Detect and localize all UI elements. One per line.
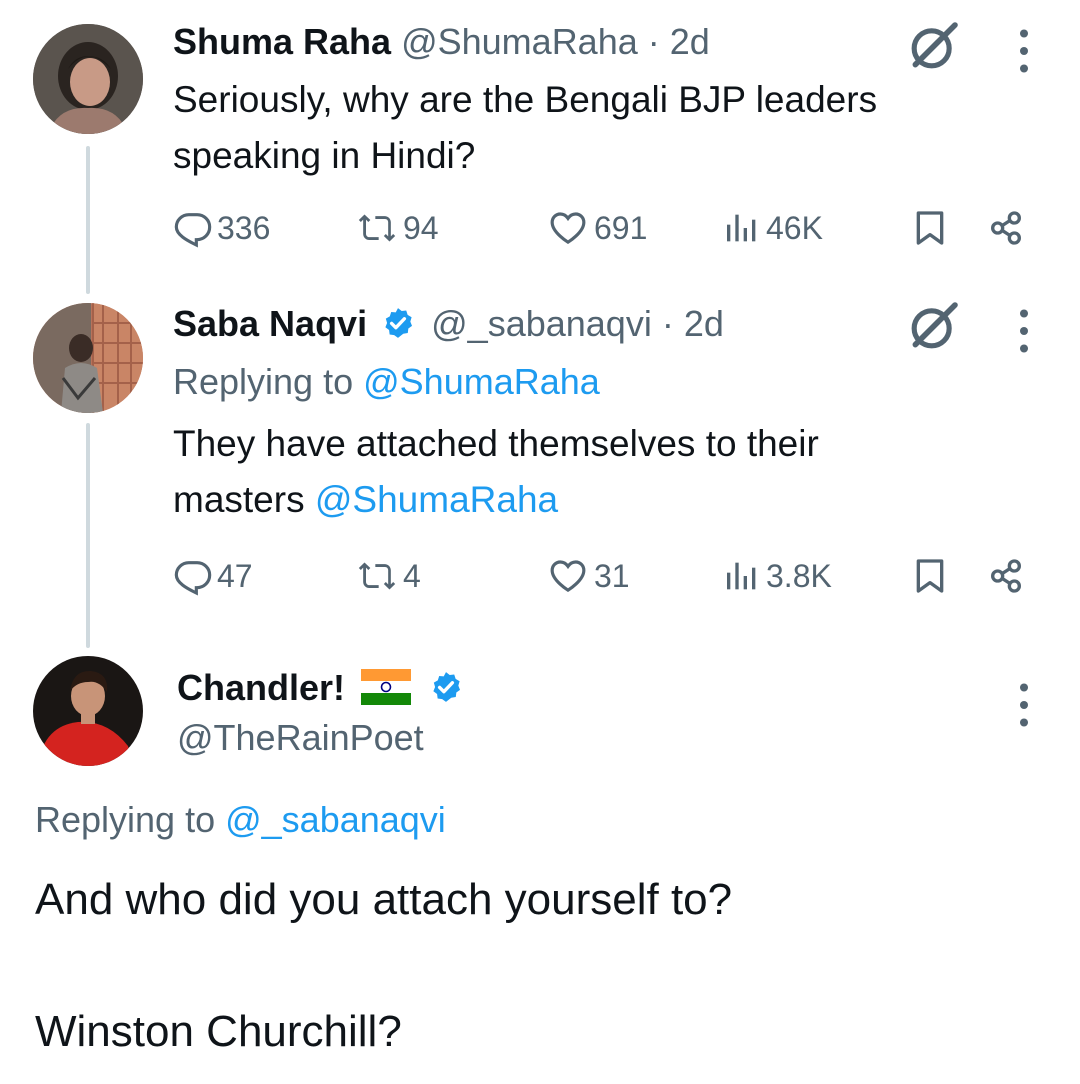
retweet-button[interactable]: 4 xyxy=(355,556,421,596)
retweet-icon xyxy=(355,556,399,596)
reply-count: 336 xyxy=(217,209,271,246)
author-name[interactable]: Shuma Raha xyxy=(173,21,391,62)
views-button[interactable]: 46K xyxy=(722,208,823,248)
tweet-text: They have attached themselves to their m… xyxy=(173,416,819,528)
tweet-text-line: masters @ShumaRaha xyxy=(173,472,819,528)
avatar-shuma-raha[interactable] xyxy=(33,24,143,134)
share-icon xyxy=(986,208,1026,248)
share-icon xyxy=(986,556,1026,596)
reply-icon xyxy=(173,556,213,596)
author-handle[interactable]: @_sabanaqvi xyxy=(431,303,652,344)
replying-to-label: Replying to xyxy=(35,799,226,840)
verified-badge-icon xyxy=(381,306,415,340)
tweet-text-line: speaking in Hindi? xyxy=(173,135,476,176)
bookmark-icon xyxy=(910,556,950,596)
tweet-text: Seriously, why are the Bengali BJP leade… xyxy=(173,72,877,184)
tweet-time[interactable]: · 2d xyxy=(648,21,710,62)
thread-line xyxy=(86,146,90,294)
bookmark-icon xyxy=(910,208,950,248)
tweet-time[interactable]: · 2d xyxy=(662,303,724,344)
reply-button[interactable]: 336 xyxy=(173,208,270,248)
tweet-text-fragment: masters xyxy=(173,479,315,520)
tweet-header: Chandler! xyxy=(177,666,463,711)
grok-icon[interactable] xyxy=(906,298,962,359)
share-button[interactable] xyxy=(986,208,1026,248)
avatar-image xyxy=(33,24,143,134)
author-name[interactable]: Chandler! xyxy=(177,667,345,708)
views-icon xyxy=(722,556,762,596)
tweet-text-line: They have attached themselves to their xyxy=(173,423,819,464)
verified-badge-icon xyxy=(429,670,463,704)
retweet-icon xyxy=(355,208,399,248)
views-count: 46K xyxy=(766,209,823,246)
author-handle[interactable]: @TheRainPoet xyxy=(177,716,424,760)
avatar-image xyxy=(33,656,143,766)
main-tweet-text-line: And who did you attach yourself to? xyxy=(35,875,733,924)
more-icon[interactable] xyxy=(1018,680,1030,735)
more-icon[interactable] xyxy=(1018,306,1030,361)
author-name[interactable]: Saba Naqvi xyxy=(173,303,367,344)
views-count: 3.8K xyxy=(766,557,832,594)
avatar-image xyxy=(33,303,143,413)
author-handle[interactable]: @ShumaRaha xyxy=(401,21,638,62)
replying-to-mention[interactable]: @_sabanaqvi xyxy=(225,799,446,840)
tweet-header: Shuma Raha @ShumaRaha · 2d xyxy=(173,20,710,64)
reply-icon xyxy=(173,208,213,248)
share-button[interactable] xyxy=(986,556,1026,596)
replying-to: Replying to @_sabanaqvi xyxy=(35,798,446,842)
views-button[interactable]: 3.8K xyxy=(722,556,832,596)
avatar-saba-naqvi[interactable] xyxy=(33,303,143,413)
bookmark-button[interactable] xyxy=(910,208,950,248)
grok-icon[interactable] xyxy=(906,18,962,79)
views-icon xyxy=(722,208,762,248)
avatar-chandler[interactable] xyxy=(33,656,143,766)
tweet-text-line: Seriously, why are the Bengali BJP leade… xyxy=(173,79,878,120)
like-button[interactable]: 691 xyxy=(546,208,647,248)
tweet-header: Saba Naqvi @_sabanaqvi · 2d xyxy=(173,302,724,346)
reply-count: 47 xyxy=(217,557,253,594)
like-icon xyxy=(546,208,590,248)
retweet-count: 94 xyxy=(403,209,439,246)
more-icon[interactable] xyxy=(1018,26,1030,81)
retweet-button[interactable]: 94 xyxy=(355,208,439,248)
replying-to: Replying to @ShumaRaha xyxy=(173,360,600,404)
bookmark-button[interactable] xyxy=(910,556,950,596)
like-icon xyxy=(546,556,590,596)
india-flag-icon xyxy=(361,669,412,706)
retweet-count: 4 xyxy=(403,557,421,594)
like-count: 31 xyxy=(594,557,630,594)
replying-to-mention[interactable]: @ShumaRaha xyxy=(363,361,600,402)
mention-link[interactable]: @ShumaRaha xyxy=(315,479,558,520)
like-button[interactable]: 31 xyxy=(546,556,630,596)
thread-line xyxy=(86,423,90,648)
like-count: 691 xyxy=(594,209,648,246)
reply-button[interactable]: 47 xyxy=(173,556,253,596)
main-tweet-text-line: Winston Churchill? xyxy=(35,1007,402,1056)
replying-to-label: Replying to xyxy=(173,361,364,402)
